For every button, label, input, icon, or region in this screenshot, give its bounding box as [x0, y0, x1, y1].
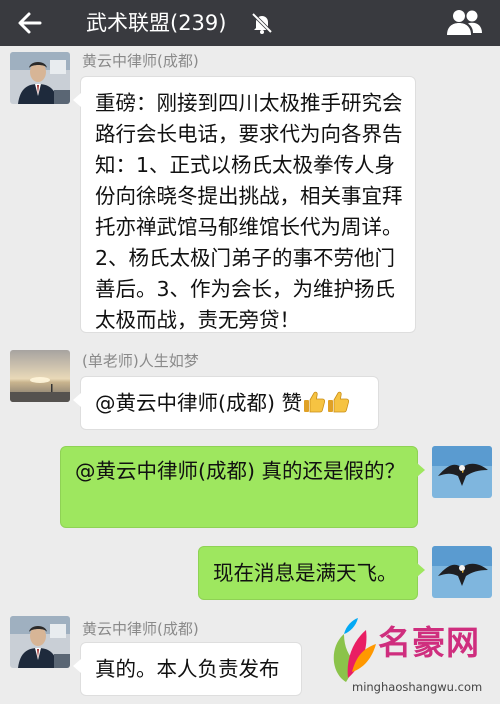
- thumbs-up-emoji: [304, 391, 326, 413]
- group-info-button[interactable]: [446, 7, 484, 39]
- bell-off-icon: [250, 11, 274, 35]
- watermark-name: 名豪网: [378, 623, 480, 662]
- sender-name: (单老师)人生如梦: [82, 352, 199, 370]
- message-bubble[interactable]: 真的。本人负责发布: [73, 642, 302, 696]
- chat-title: 武术联盟(239): [86, 11, 227, 35]
- watermark: 名豪网 minghaoshangwu.com: [322, 604, 500, 704]
- message-bubble[interactable]: @黄云中律师(成都) 赞: [73, 376, 379, 430]
- back-button[interactable]: [14, 8, 46, 38]
- sender-name: 黄云中律师(成都): [82, 52, 199, 70]
- message-text: 真的。本人负责发布: [95, 657, 280, 681]
- back-arrow-icon: [18, 12, 42, 34]
- avatar[interactable]: [432, 546, 492, 598]
- message-bubble[interactable]: 重磅：刚接到四川太极推手研究会路行会长电话，要求代为向各界告知：1、正式以杨氏太…: [73, 76, 416, 333]
- message-text: @黄云中律师(成都) 赞: [95, 388, 368, 419]
- message-bubble[interactable]: 现在消息是满天飞。: [198, 546, 425, 600]
- avatar[interactable]: [10, 350, 70, 402]
- message-text: @黄云中律师(成都) 真的还是假的？: [75, 459, 406, 483]
- group-members-icon: [447, 10, 482, 35]
- watermark-url: minghaoshangwu.com: [352, 680, 483, 694]
- message-text: 现在消息是满天飞。: [213, 561, 398, 585]
- avatar[interactable]: [10, 52, 70, 104]
- message-text-content: @黄云中律师(成都) 赞: [95, 391, 303, 415]
- message-text: 重磅：刚接到四川太极推手研究会路行会长电话，要求代为向各界告知：1、正式以杨氏太…: [95, 91, 403, 332]
- avatar[interactable]: [432, 446, 492, 498]
- message-bubble[interactable]: @黄云中律师(成都) 真的还是假的？: [60, 446, 425, 528]
- thumbs-up-emoji: [328, 391, 350, 413]
- sender-name: 黄云中律师(成都): [82, 620, 199, 638]
- avatar[interactable]: [10, 616, 70, 668]
- title-bar: 武术联盟(239): [0, 0, 500, 46]
